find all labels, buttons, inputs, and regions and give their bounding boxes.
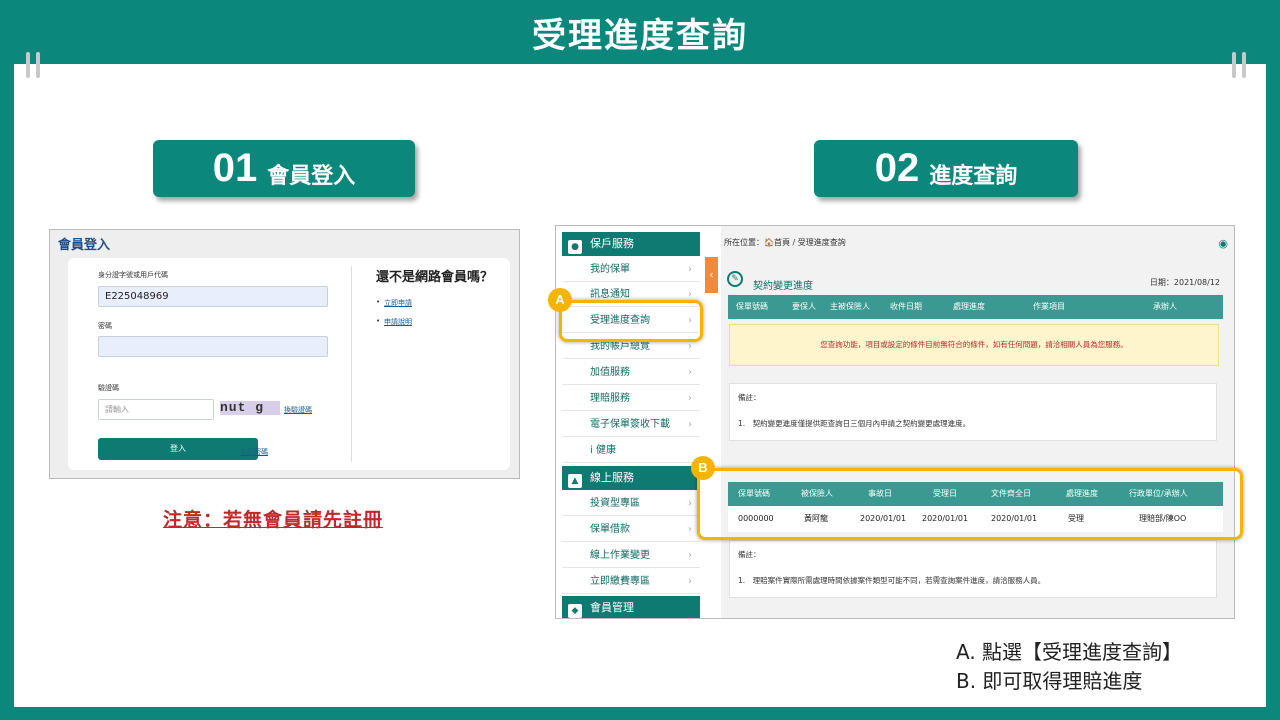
sidebar-group-policyholder[interactable]: ● 保戶服務 xyxy=(562,232,700,256)
share-icon: ◆ xyxy=(568,604,582,618)
step-2-number: 02 xyxy=(874,146,920,190)
binder-ring-right xyxy=(1230,52,1252,80)
sidebar: ● 保戶服務 我的保單 › 訊息通知 › 受理進度查詢 › 我的帳戶總覽 › 加值服務 › … xyxy=(556,226,704,618)
password-label: 密碼 xyxy=(98,322,112,330)
chevron-right-icon: › xyxy=(688,393,692,404)
sidebar-item-investment[interactable]: 投資型專區 › xyxy=(562,491,700,516)
chevron-right-icon: › xyxy=(688,550,692,561)
login-card: 身分證字號或用戶代碼 E225048969 密碼 驗證碼 請輸入 nut g 換… xyxy=(68,258,510,470)
binder-ring-left xyxy=(24,52,46,80)
sidebar-item-i-health[interactable]: i 健康 xyxy=(562,438,700,463)
no-result-warning: 您查詢功能，項目或設定的條件目前無符合的條件，如有任何問題，請洽相關人員為您服務… xyxy=(729,324,1219,366)
section-title: 契約變更進度 xyxy=(753,281,813,292)
main-content: 所在位置：🏠首頁 / 受理進度查詢 ◉ ✎ 契約變更進度 日期：2021/08/… xyxy=(721,226,1234,618)
login-screenshot: 會員登入 身分證字號或用戶代碼 E225048969 密碼 驗證碼 請輸入 nu… xyxy=(49,229,520,479)
chevron-right-icon: › xyxy=(688,419,692,430)
refresh-captcha-link[interactable]: 換驗證碼 xyxy=(284,405,312,415)
note1-title: 備註： xyxy=(738,393,761,402)
not-member-heading: 還不是網路會員嗎？ xyxy=(376,270,494,285)
page-title: 受理進度查詢 xyxy=(532,16,748,56)
highlight-b xyxy=(697,468,1243,540)
note2-title: 備註： xyxy=(738,550,761,559)
step-2-label: 進度查詢 xyxy=(929,163,1018,189)
sidebar-item-policy-loan[interactable]: 保單借款 › xyxy=(562,517,700,542)
eye-icon[interactable]: ◉ xyxy=(1218,237,1228,250)
marker-b: B xyxy=(691,456,715,480)
legend-b: B. 即可取得理賠進度 xyxy=(956,669,1143,693)
login-header: 會員登入 xyxy=(58,238,111,253)
step-1-number: 01 xyxy=(212,146,258,190)
search-icon: ✎ xyxy=(727,271,743,287)
marker-a: A xyxy=(548,288,572,312)
id-label: 身分證字號或用戶代碼 xyxy=(98,271,168,279)
chevron-right-icon: › xyxy=(688,367,692,378)
user-icon: ● xyxy=(568,240,582,254)
login-button[interactable]: 登入 xyxy=(98,438,258,460)
sidebar-group-member[interactable]: ◆ 會員管理 xyxy=(562,596,700,618)
step-2-badge: 02 進度查詢 xyxy=(814,140,1078,197)
step-1-label: 會員登入 xyxy=(267,163,356,189)
bullet-icon: • xyxy=(376,317,381,325)
sidebar-item-e-policy[interactable]: 電子保單簽收下載 › xyxy=(562,412,700,437)
note-box-1: 備註： 1. 契約變更進度僅提供距查詢日三個月內申請之契約變更處理進度。 xyxy=(729,383,1217,441)
sidebar-item-claims[interactable]: 理賠服務 › xyxy=(562,386,700,411)
table1-header: 保單號碼 要保人 主被保險人 收件日期 處理進度 作業項目 承辦人 xyxy=(728,295,1223,319)
captcha-image: nut g xyxy=(220,401,280,415)
chevron-right-icon: › xyxy=(688,264,692,275)
collapse-sidebar-button[interactable]: ‹ xyxy=(705,257,718,293)
note-box-2: 備註： 1. 理賠案件實際所需處理時間依據案件類型可能不同，若需查詢案件進度，請… xyxy=(729,540,1217,598)
progress-screenshot: ● 保戶服務 我的保單 › 訊息通知 › 受理進度查詢 › 我的帳戶總覽 › 加值服務 › … xyxy=(555,225,1235,619)
note1-text: 1. 契約變更進度僅提供距查詢日三個月內申請之契約變更處理進度。 xyxy=(738,419,971,428)
apply-guide-link[interactable]: 申請說明 xyxy=(384,317,412,327)
step-1-badge: 01 會員登入 xyxy=(153,140,415,197)
divider xyxy=(351,266,352,462)
register-notice: 注意：若無會員請先註冊 xyxy=(163,509,384,531)
highlight-a xyxy=(559,300,703,342)
sidebar-item-my-policy[interactable]: 我的保單 › xyxy=(562,257,700,282)
captcha-input[interactable]: 請輸入 xyxy=(98,399,214,420)
id-field[interactable]: E225048969 xyxy=(98,286,328,307)
image-icon: ▲ xyxy=(568,474,582,488)
forgot-password-link[interactable]: 忘記密碼 xyxy=(240,447,268,457)
password-field[interactable] xyxy=(98,336,328,357)
note2-text: 1. 理賠案件實際所需處理時間依據案件類型可能不同，若需查詢案件進度，請洽服務人… xyxy=(738,576,1046,585)
sidebar-item-online-change[interactable]: 線上作業變更 › xyxy=(562,543,700,568)
breadcrumb: 所在位置：🏠首頁 / 受理進度查詢 xyxy=(724,238,846,247)
bullet-icon: • xyxy=(376,298,381,306)
chevron-right-icon: › xyxy=(688,498,692,509)
chevron-right-icon: › xyxy=(688,524,692,535)
legend-a: A. 點選【受理進度查詢】 xyxy=(956,640,1183,664)
apply-now-link[interactable]: 立即申請 xyxy=(384,298,412,308)
query-date: 日期：2021/08/12 xyxy=(1149,278,1220,287)
sidebar-item-value-added[interactable]: 加值服務 › xyxy=(562,360,700,385)
chevron-right-icon: › xyxy=(688,576,692,587)
captcha-label: 驗證碼 xyxy=(98,384,119,392)
sidebar-item-pay-now[interactable]: 立即繳費專區 › xyxy=(562,569,700,594)
sidebar-group-online[interactable]: ▲ 線上服務 xyxy=(562,466,700,490)
